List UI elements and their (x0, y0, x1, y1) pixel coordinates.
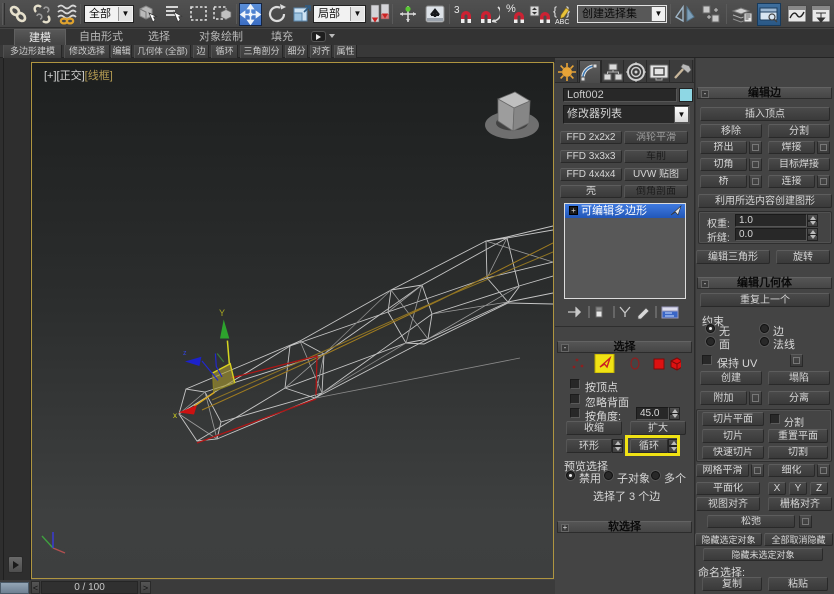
svg-text:{: { (553, 4, 557, 18)
svg-text:z: z (183, 350, 187, 357)
svg-text:x: x (173, 411, 177, 420)
svg-text:%: % (506, 3, 516, 15)
svg-text:ABC: ABC (555, 19, 569, 25)
svg-text:Y: Y (219, 308, 225, 318)
svg-text:3: 3 (454, 5, 460, 16)
